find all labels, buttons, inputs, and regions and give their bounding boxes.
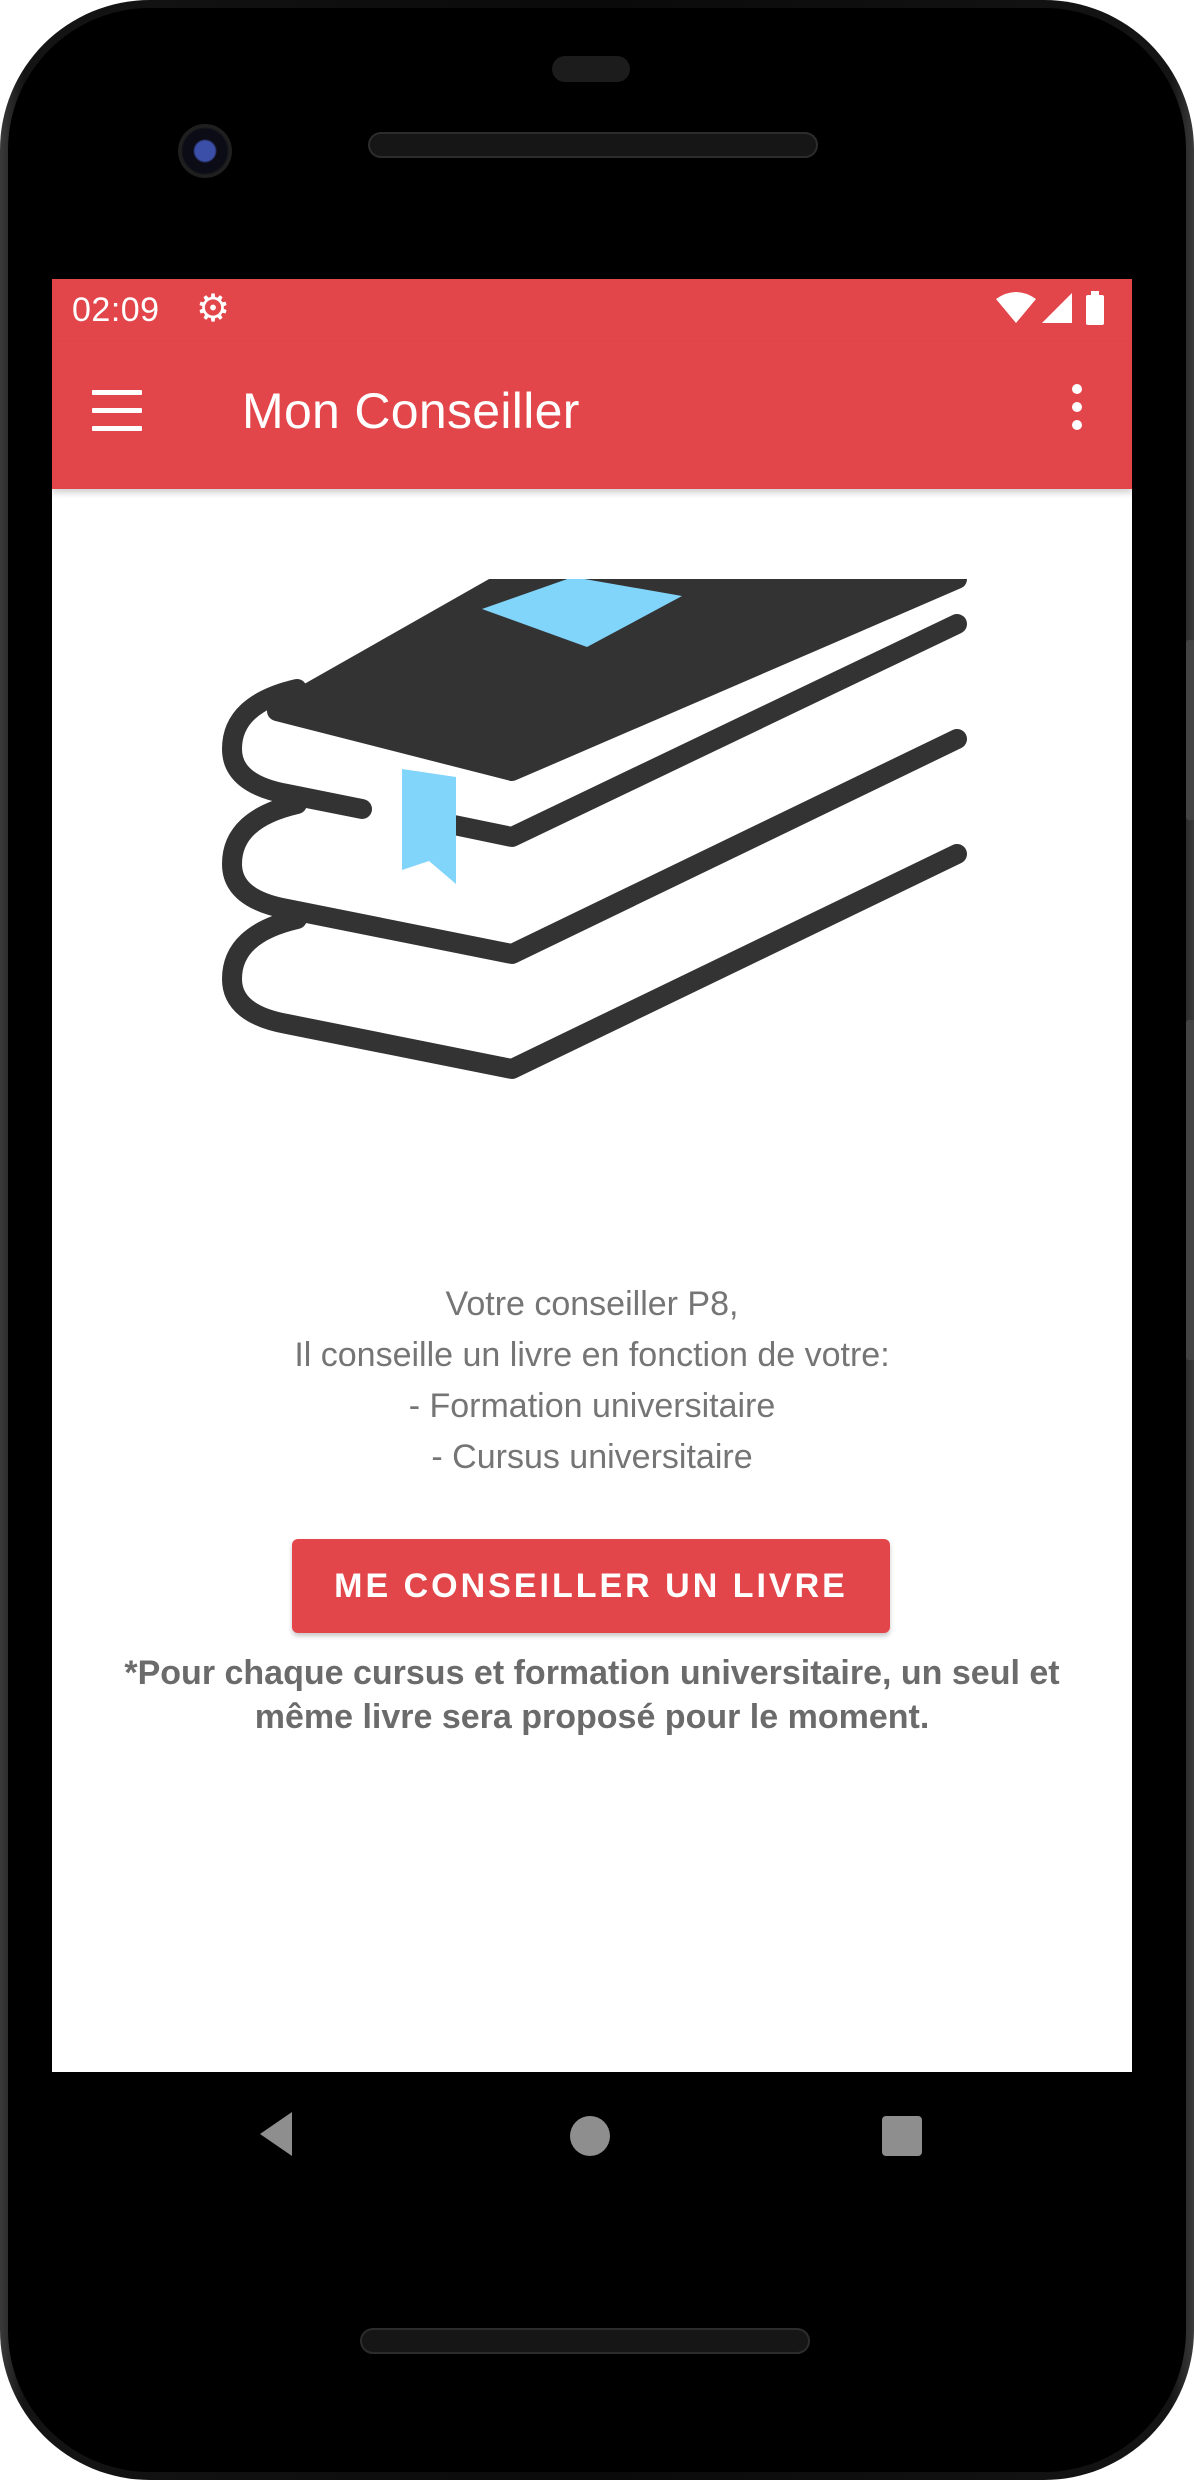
description-line: Il conseille un livre en fonction de vot…: [294, 1336, 890, 1374]
description-line: Votre conseiller P8,: [445, 1285, 739, 1323]
front-camera: [178, 124, 232, 178]
top-speaker: [368, 132, 818, 158]
phone-frame: 02:09 ⚙ Mon Conseiller Votre conseiller …: [0, 0, 1194, 2480]
status-time: 02:09: [72, 291, 160, 329]
battery-icon: [1086, 295, 1104, 325]
bookmark-ribbon: [402, 769, 456, 884]
page-title: Mon Conseiller: [242, 383, 580, 439]
volume-button: [1186, 640, 1194, 820]
books-stack-icon: [222, 579, 967, 1079]
description-line: - Cursus universitaire: [431, 1438, 753, 1476]
bottom-speaker: [360, 2328, 810, 2354]
recommend-book-button[interactable]: ME CONSEILLER UN LIVRE: [292, 1539, 890, 1633]
wifi-icon: [996, 292, 1036, 323]
more-vert-icon[interactable]: [1064, 384, 1090, 444]
system-nav-bar: [52, 2072, 1132, 2202]
app-screen: 02:09 ⚙ Mon Conseiller Votre conseiller …: [52, 279, 1132, 2072]
hamburger-menu-icon[interactable]: [92, 390, 146, 436]
sensor-slot: [552, 56, 630, 82]
home-icon[interactable]: [570, 2116, 610, 2156]
settings-icon: ⚙: [196, 288, 231, 330]
status-bar: 02:09 ⚙: [52, 279, 1132, 342]
status-icons: [996, 291, 1104, 325]
signal-icon: [1042, 293, 1072, 323]
description-line: - Formation universitaire: [408, 1387, 776, 1425]
app-bar: Mon Conseiller: [52, 342, 1132, 489]
disclaimer-note: *Pour chaque cursus et formation univers…: [124, 1654, 1060, 1736]
power-button: [1186, 1020, 1194, 1360]
description-text: Votre conseiller P8, Il conseille un liv…: [52, 1279, 1132, 1483]
back-icon[interactable]: [256, 2110, 296, 2158]
recents-icon[interactable]: [882, 2116, 922, 2156]
